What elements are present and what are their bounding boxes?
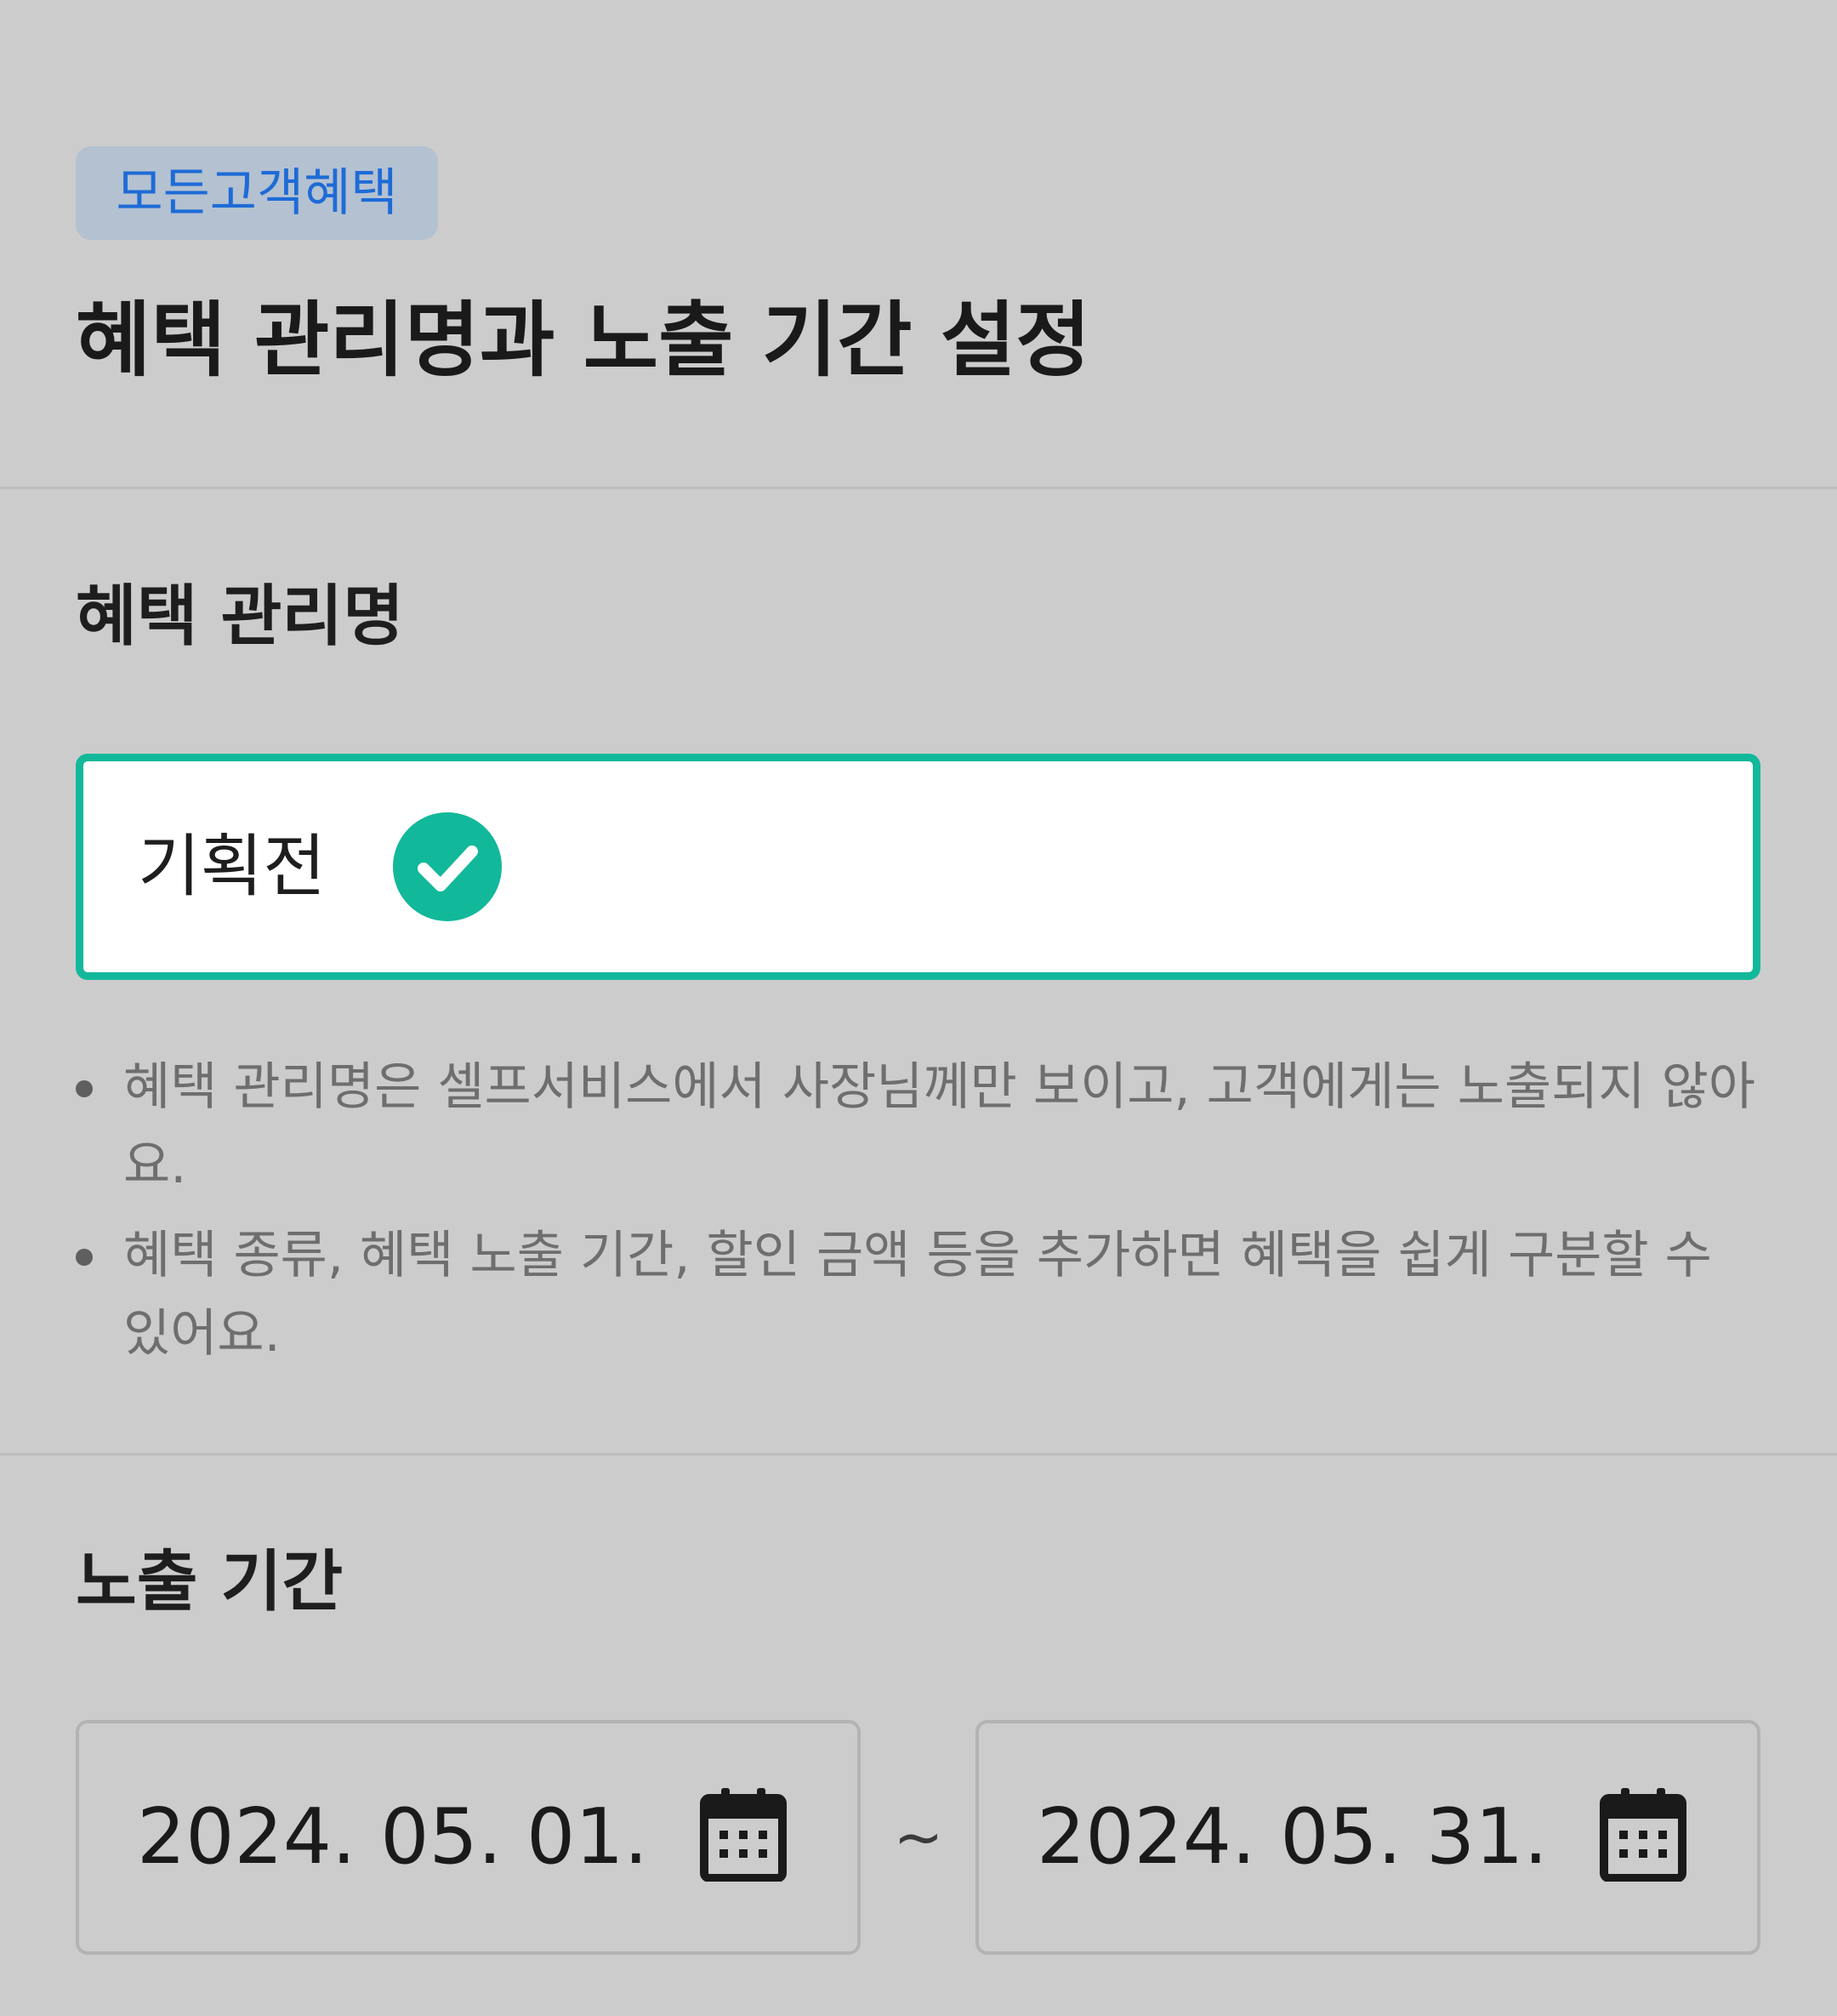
check-circle-icon xyxy=(393,812,502,921)
date-range-separator: ~ xyxy=(893,1802,944,1872)
benefit-type-badge: 모든고객혜택 xyxy=(76,146,438,240)
exposure-period-label: 노출 기간 xyxy=(76,1544,344,1620)
benefit-name-input[interactable]: 기획전 xyxy=(76,754,1760,980)
bullet-dot-icon xyxy=(76,1249,93,1266)
calendar-icon[interactable] xyxy=(699,1788,788,1882)
bullet-dot-icon xyxy=(76,1080,93,1097)
section-divider xyxy=(0,1453,1837,1455)
benefit-name-label: 혜택 관리명 xyxy=(76,578,404,655)
hint-item: 혜택 관리명은 셀프서비스에서 사장님께만 보이고, 고객에게는 노출되지 않아… xyxy=(76,1048,1760,1204)
start-date-value: 2024. 05. 01. xyxy=(137,1792,649,1882)
start-date-picker[interactable]: 2024. 05. 01. xyxy=(76,1720,861,1955)
end-date-picker[interactable]: 2024. 05. 31. xyxy=(975,1720,1760,1955)
hint-item: 혜택 종류, 혜택 노출 기간, 할인 금액 등을 추가하면 혜택을 쉽게 구분… xyxy=(76,1216,1760,1373)
benefit-name-hints: 혜택 관리명은 셀프서비스에서 사장님께만 보이고, 고객에게는 노출되지 않아… xyxy=(76,1048,1760,1385)
end-date-value: 2024. 05. 31. xyxy=(1037,1792,1549,1882)
calendar-icon[interactable] xyxy=(1599,1788,1687,1882)
hint-text: 혜택 관리명은 셀프서비스에서 사장님께만 보이고, 고객에게는 노출되지 않아… xyxy=(123,1057,1755,1195)
page-title: 혜택 관리명과 노출 기간 설정 xyxy=(76,293,1091,388)
section-divider xyxy=(0,487,1837,489)
benefit-settings-page: 모든고객혜택 혜택 관리명과 노출 기간 설정 혜택 관리명 기획전 혜택 관리… xyxy=(0,0,1837,2016)
benefit-name-value[interactable]: 기획전 xyxy=(138,761,326,972)
hint-text: 혜택 종류, 혜택 노출 기간, 할인 금액 등을 추가하면 혜택을 쉽게 구분… xyxy=(123,1226,1712,1364)
